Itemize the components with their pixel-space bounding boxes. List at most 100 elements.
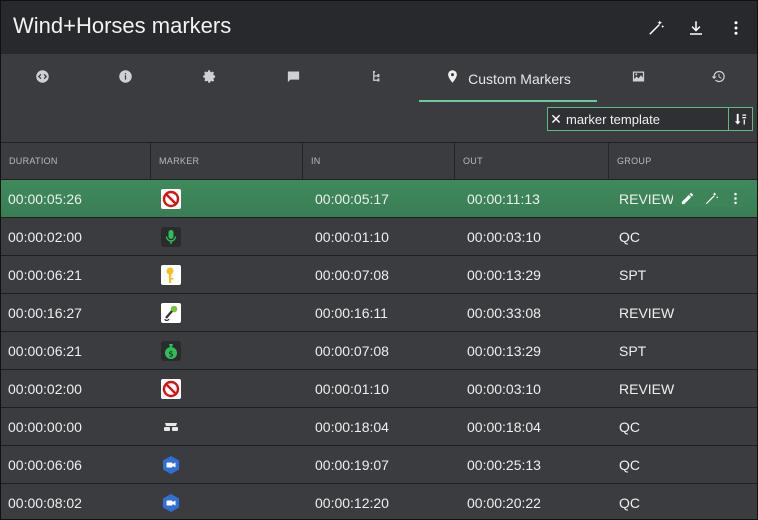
duration-cell: 00:00:06:06 xyxy=(8,456,82,473)
group-label: QC xyxy=(619,228,640,245)
column-header-marker[interactable]: MARKER xyxy=(151,143,303,179)
table-row[interactable]: 00:00:06:06 00:00:19:07 00:00:25:13 QC xyxy=(1,446,757,484)
table-row[interactable]: 00:00:02:00 00:00:01:10 00:00:03:10 QC xyxy=(1,218,757,256)
table-row[interactable]: 00:00:16:27 00:00:16:11 00:00:33:08 REVI… xyxy=(1,294,757,332)
out-cell: 00:00:03:10 xyxy=(467,228,541,245)
table-row[interactable]: 00:00:06:21 $ 00:00:07:08 00:00:13:29 SP… xyxy=(1,332,757,370)
out-cell: 00:00:13:29 xyxy=(467,266,541,283)
tab-custom-markers[interactable]: Custom Markers xyxy=(419,54,597,103)
duration-cell: 00:00:00:00 xyxy=(8,418,82,435)
out-cell: 00:00:25:13 xyxy=(467,456,541,473)
table-row[interactable]: 00:00:06:21 00:00:07:08 00:00:13:29 SPT xyxy=(1,256,757,294)
duration-cell: 00:00:06:21 xyxy=(8,342,82,359)
group-cell: QC xyxy=(609,484,757,519)
group-cell: QC xyxy=(609,218,757,255)
duration-cell: 00:00:02:00 xyxy=(8,228,82,245)
group-label: QC xyxy=(619,456,640,473)
settings-icon xyxy=(202,69,217,89)
group-label: QC xyxy=(619,494,640,511)
marker-cell xyxy=(151,256,303,293)
filter-input[interactable]: ✕ marker template xyxy=(547,107,753,131)
image-icon xyxy=(631,69,646,89)
column-header-in[interactable]: IN xyxy=(303,143,455,179)
column-header-group[interactable]: GROUP xyxy=(609,143,757,179)
window-title: Wind+Horses markers xyxy=(13,13,232,38)
in-cell: 00:00:01:10 xyxy=(315,228,389,245)
markers-table: DURATION MARKER IN OUT GROUP 00:00:05:26… xyxy=(1,142,757,519)
marker-cell xyxy=(151,180,303,217)
download-icon[interactable] xyxy=(683,15,709,41)
table-header: DURATION MARKER IN OUT GROUP xyxy=(1,142,757,180)
hierarchy-icon xyxy=(370,69,385,89)
group-cell: SPT xyxy=(609,332,757,369)
edit-pencil-icon[interactable] xyxy=(679,189,695,207)
tab-code[interactable] xyxy=(1,54,83,103)
spy-glasses-icon xyxy=(161,416,181,437)
out-cell: 00:00:13:29 xyxy=(467,342,541,359)
duration-cell: 00:00:16:27 xyxy=(8,304,82,321)
more-vert-icon[interactable] xyxy=(727,189,743,207)
history-icon xyxy=(711,69,726,89)
magic-wand-icon[interactable] xyxy=(703,189,719,207)
info-icon xyxy=(118,69,133,89)
duration-cell: 00:00:02:00 xyxy=(8,380,82,397)
tab-image[interactable] xyxy=(597,54,679,103)
tab-settings[interactable] xyxy=(167,54,251,103)
column-header-duration[interactable]: DURATION xyxy=(1,143,151,179)
header-actions xyxy=(643,15,749,41)
group-label: REVIEW xyxy=(619,380,675,397)
in-cell: 00:00:01:10 xyxy=(315,380,389,397)
tab-hierarchy[interactable] xyxy=(335,54,419,103)
group-cell: REVIEW xyxy=(609,294,757,331)
title-bar: Wind+Horses markers xyxy=(1,1,757,54)
group-cell: REVIEW xyxy=(609,180,757,217)
table-row-selected[interactable]: 00:00:05:26 00:00:05:17 00:00:11:13 REVI… xyxy=(1,180,757,218)
group-cell: QC xyxy=(609,408,757,445)
in-cell: 00:00:16:11 xyxy=(315,304,388,321)
table-body: 00:00:05:26 00:00:05:17 00:00:11:13 REVI… xyxy=(1,180,757,519)
money-bag-icon: $ xyxy=(161,340,181,361)
marker-cell xyxy=(151,408,303,445)
comment-icon xyxy=(286,69,301,89)
group-label: REVIEW xyxy=(619,304,675,321)
no-entry-icon xyxy=(161,378,181,399)
out-cell: 00:00:20:22 xyxy=(467,494,541,511)
out-cell: 00:00:11:13 xyxy=(467,190,540,207)
key-icon xyxy=(161,264,181,285)
active-tab-indicator xyxy=(419,100,597,102)
app-window: Wind+Horses markers Custom Markers ✕ mar… xyxy=(0,0,758,520)
marker-cell xyxy=(151,484,303,519)
duration-cell: 00:00:05:26 xyxy=(8,190,82,207)
tab-info[interactable] xyxy=(83,54,167,103)
duration-cell: 00:00:08:02 xyxy=(8,494,82,511)
location-pin-icon xyxy=(445,69,460,89)
svg-text:$: $ xyxy=(168,349,173,358)
clear-filter-icon[interactable]: ✕ xyxy=(548,108,564,130)
filter-value[interactable]: marker template xyxy=(564,112,728,127)
group-label: SPT xyxy=(619,342,647,359)
tab-history[interactable] xyxy=(679,54,757,103)
duration-cell: 00:00:06:21 xyxy=(8,266,82,283)
marker-cell xyxy=(151,294,303,331)
tab-bar: Custom Markers xyxy=(1,54,757,103)
in-cell: 00:00:18:04 xyxy=(315,418,389,435)
in-cell: 00:00:12:20 xyxy=(315,494,389,511)
sort-toggle-icon[interactable] xyxy=(728,108,752,130)
column-header-out[interactable]: OUT xyxy=(455,143,609,179)
group-cell: QC xyxy=(609,446,757,483)
marker-cell: $ xyxy=(151,332,303,369)
table-row[interactable]: 00:00:08:02 00:00:12:20 00:00:20:22 QC xyxy=(1,484,757,519)
group-cell: SPT xyxy=(609,256,757,293)
group-label: SPT xyxy=(619,266,647,283)
magic-wand-icon[interactable] xyxy=(643,15,669,41)
hand-microphone-icon xyxy=(161,302,181,323)
more-vert-icon[interactable] xyxy=(723,15,749,41)
no-entry-icon xyxy=(161,188,181,209)
marker-cell xyxy=(151,370,303,407)
table-row[interactable]: 00:00:00:00 00:00:18:04 00:00:18:04 QC xyxy=(1,408,757,446)
table-row[interactable]: 00:00:02:00 00:00:01:10 00:00:03:10 REVI… xyxy=(1,370,757,408)
group-label: QC xyxy=(619,418,640,435)
microphone-icon xyxy=(161,226,181,247)
tab-comments[interactable] xyxy=(251,54,335,103)
group-label: REVIEW xyxy=(619,190,675,207)
